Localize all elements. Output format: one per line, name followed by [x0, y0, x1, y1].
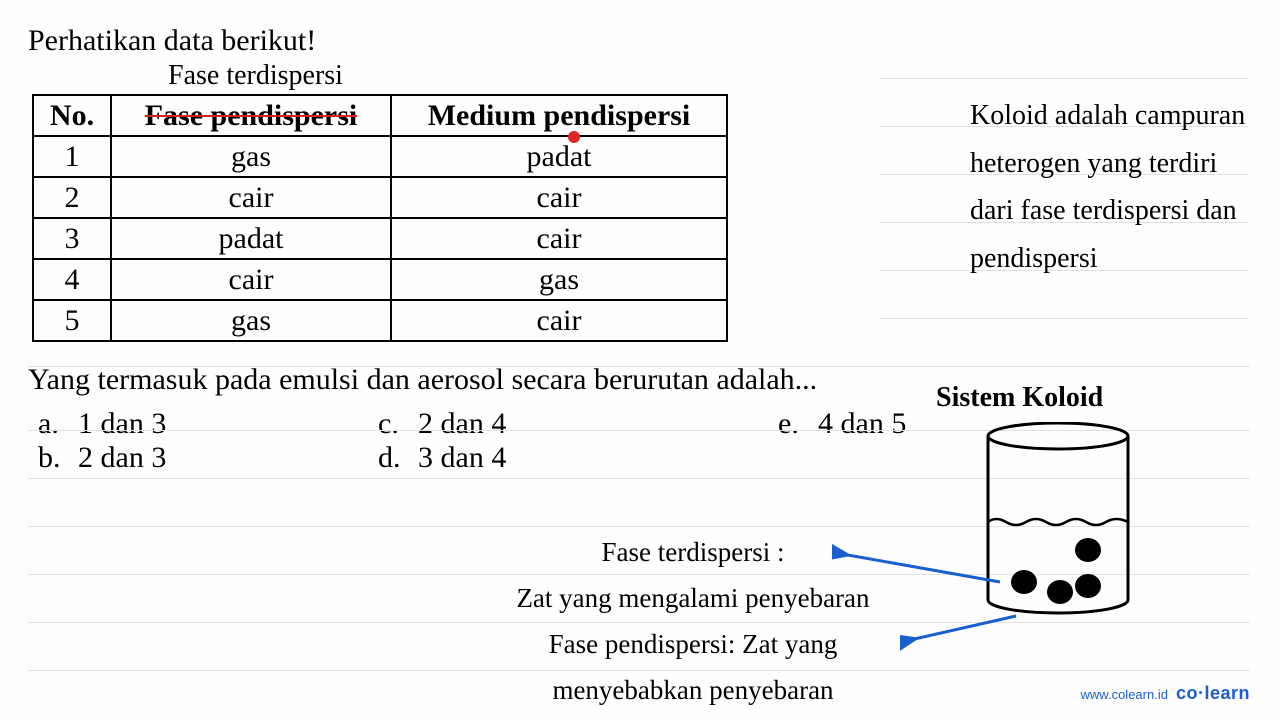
cell-fase: gas [111, 136, 391, 177]
option-text: 3 dan 4 [418, 441, 506, 475]
table-row: 2 cair cair [33, 177, 727, 218]
cell-no: 5 [33, 300, 111, 341]
watermark: www.colearn.id co·learn [1081, 683, 1250, 704]
arrow-pendispersi-icon [900, 610, 1020, 660]
cell-fase: cair [111, 259, 391, 300]
option-a[interactable]: a. 1 dan 3 [38, 407, 378, 441]
def-line: Fase terdispersi : [478, 530, 908, 576]
cell-medium: gas [391, 259, 727, 300]
cell-no: 4 [33, 259, 111, 300]
option-e[interactable]: e. 4 dan 5 [778, 407, 906, 441]
colloid-cylinder-icon [984, 422, 1132, 618]
table-row: 1 gas padat [33, 136, 727, 177]
option-label: c. [378, 407, 404, 441]
option-label: d. [378, 441, 404, 475]
cell-medium: padat [391, 136, 727, 177]
table-row: 5 gas cair [33, 300, 727, 341]
page-title: Perhatikan data berikut! [28, 24, 1252, 58]
cell-fase: padat [111, 218, 391, 259]
option-d[interactable]: d. 3 dan 4 [378, 441, 778, 475]
koloid-table: No. Fase pendispersi Medium pendispersi … [32, 94, 728, 342]
option-b[interactable]: b. 2 dan 3 [38, 441, 378, 475]
cell-medium: cair [391, 300, 727, 341]
table-row: 3 padat cair [33, 218, 727, 259]
cell-no: 3 [33, 218, 111, 259]
brand-part: learn [1204, 683, 1250, 703]
koloid-definition: Koloid adalah campuran heterogen yang te… [970, 92, 1250, 282]
th-fase: Fase pendispersi [111, 95, 391, 136]
def-line: Zat yang mengalami penyebaran [478, 576, 908, 622]
brand-part: co [1176, 683, 1198, 703]
table-row: 4 cair gas [33, 259, 727, 300]
option-label: a. [38, 407, 64, 441]
cell-medium: cair [391, 218, 727, 259]
cell-fase: gas [111, 300, 391, 341]
cell-no: 1 [33, 136, 111, 177]
pointer-dot-icon [568, 131, 580, 143]
option-label: b. [38, 441, 64, 475]
def-line: Fase pendispersi: Zat yang [478, 622, 908, 668]
th-medium: Medium pendispersi [391, 95, 727, 136]
cell-no: 2 [33, 177, 111, 218]
watermark-url: www.colearn.id [1081, 687, 1168, 702]
option-text: 1 dan 3 [78, 407, 166, 441]
cell-medium: cair [391, 177, 727, 218]
option-text: 2 dan 4 [418, 407, 506, 441]
option-text: 4 dan 5 [818, 407, 906, 441]
diagram-title: Sistem Koloid [936, 382, 1103, 414]
phase-definitions: Fase terdispersi : Zat yang mengalami pe… [478, 530, 908, 714]
option-label: e. [778, 407, 804, 441]
th-no: No. [33, 95, 111, 136]
def-line: menyebabkan penyebaran [478, 668, 908, 714]
cell-fase: cair [111, 177, 391, 218]
option-text: 2 dan 3 [78, 441, 166, 475]
option-c[interactable]: c. 2 dan 4 [378, 407, 778, 441]
table-subtitle: Fase terdispersi [168, 60, 1252, 92]
